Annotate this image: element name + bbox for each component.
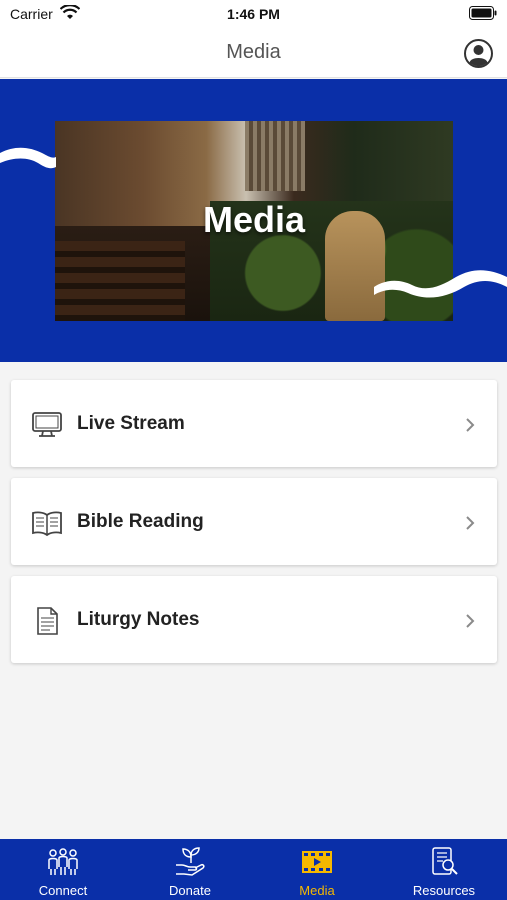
- tab-media[interactable]: Media: [254, 839, 380, 900]
- hero-banner: Media: [0, 79, 507, 362]
- menu-item-label: Liturgy Notes: [77, 609, 200, 630]
- monitor-icon: [32, 412, 62, 437]
- battery-icon: [469, 6, 497, 20]
- tab-label: Donate: [169, 883, 211, 898]
- document-icon: [37, 607, 58, 635]
- wave-decoration-left: [0, 147, 56, 169]
- open-book-icon: [32, 511, 62, 537]
- tab-connect[interactable]: Connect: [0, 839, 126, 900]
- liturgy-notes-item[interactable]: Liturgy Notes: [11, 576, 497, 663]
- live-stream-item[interactable]: Live Stream: [11, 380, 497, 467]
- tablet-search-icon: [432, 847, 458, 875]
- tab-donate[interactable]: Donate: [127, 839, 253, 900]
- menu-item-label: Live Stream: [77, 413, 185, 434]
- status-time: 1:46 PM: [227, 6, 280, 22]
- wave-decoration-right: [374, 270, 507, 298]
- tab-label: Resources: [412, 883, 476, 898]
- bible-reading-item[interactable]: Bible Reading: [11, 478, 497, 565]
- people-icon: [48, 848, 78, 875]
- tab-label: Media: [299, 883, 335, 898]
- chevron-right-icon: [466, 516, 475, 530]
- status-bar: Carrier 1:46 PM: [0, 0, 507, 28]
- page-title: Media: [226, 41, 281, 63]
- profile-icon[interactable]: [464, 39, 493, 68]
- hero-title: Media: [202, 199, 306, 240]
- tab-bar: Connect Donate Media Resources: [0, 839, 507, 900]
- hand-plant-icon: [176, 847, 205, 876]
- film-icon: [302, 851, 332, 873]
- tab-label: Connect: [38, 883, 88, 898]
- menu-item-label: Bible Reading: [77, 511, 204, 532]
- tab-resources[interactable]: Resources: [381, 839, 507, 900]
- chevron-right-icon: [466, 418, 475, 432]
- navigation-bar: Media: [0, 28, 507, 78]
- chevron-right-icon: [466, 614, 475, 628]
